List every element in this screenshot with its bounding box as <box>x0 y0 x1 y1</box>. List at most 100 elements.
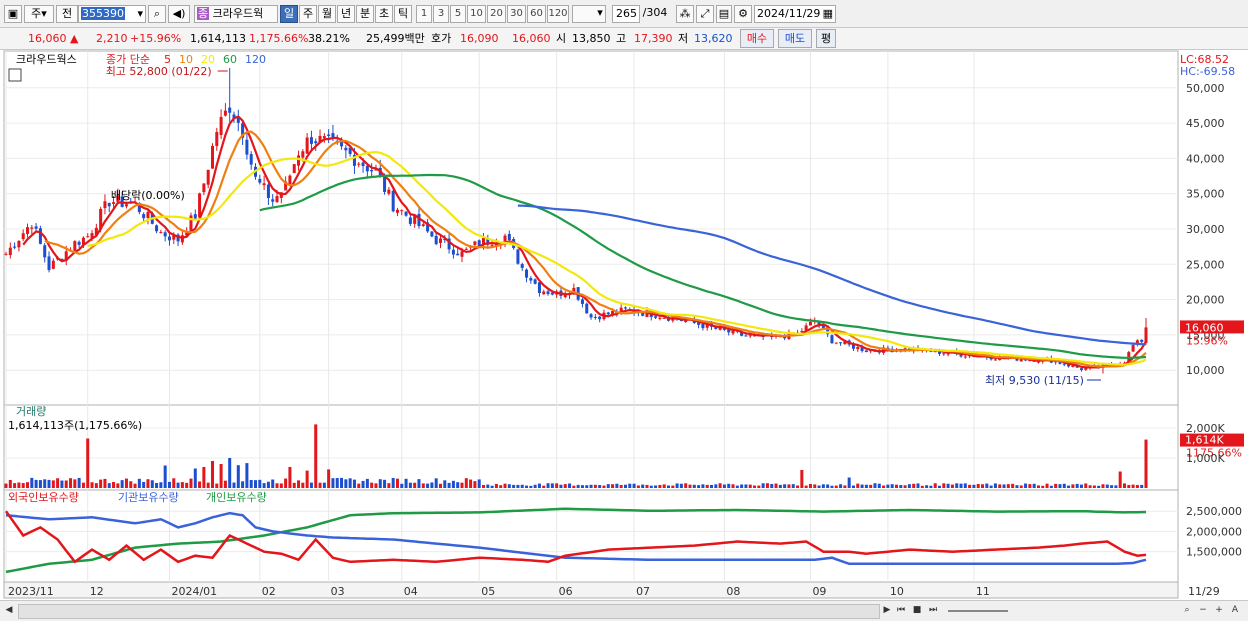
first-icon[interactable]: ⏮ <box>894 603 908 618</box>
volume-value: 1,614,113 <box>190 32 246 45</box>
volume-bar <box>1041 485 1045 488</box>
volume-bar <box>202 467 206 488</box>
zoom-slider[interactable] <box>948 610 1008 612</box>
period-tab[interactable]: 일 <box>280 5 298 23</box>
stock-name-box[interactable]: 종 크라우드웍 <box>194 5 278 23</box>
candle-body <box>408 217 412 224</box>
stop-icon[interactable]: ■ <box>910 603 924 618</box>
volume-bar <box>51 480 55 488</box>
candle-body <box>47 256 51 271</box>
candle-body <box>593 316 597 318</box>
search-icon[interactable]: ⌕ <box>148 5 166 23</box>
period-tab[interactable]: 주 <box>299 5 317 23</box>
volume-bar <box>783 484 787 488</box>
volume-bar <box>176 482 180 488</box>
candle-body <box>30 227 34 229</box>
volume-bar <box>705 484 709 488</box>
speaker-icon[interactable]: ◀) <box>168 5 190 23</box>
volume-bar <box>443 480 447 488</box>
chevron-down-icon[interactable]: ▾ <box>593 5 607 23</box>
volume-bar <box>718 483 722 488</box>
volume-bar <box>357 483 361 488</box>
volume-bar <box>292 482 296 488</box>
window-icon[interactable]: ▣ <box>4 5 22 23</box>
candle-body <box>606 312 610 315</box>
gear-icon[interactable]: ⚙ <box>734 5 752 23</box>
chevron-down-icon[interactable]: ▾ <box>137 6 143 22</box>
quote-bar: 16,060 ▲ 2,210 +15.96% 1,614,113 1,175.6… <box>0 28 1248 50</box>
interval-button[interactable]: 3 <box>433 5 449 23</box>
volume-bar <box>494 483 498 488</box>
volume-bar <box>860 484 864 488</box>
market-select[interactable]: 주▾ <box>24 5 54 23</box>
interval-button[interactable]: 30 <box>507 5 526 23</box>
volume-bar <box>546 483 550 488</box>
sell-button[interactable]: 매도 <box>778 29 812 48</box>
eval-button[interactable]: 평 <box>816 29 836 48</box>
scroll-left-icon[interactable]: ◀ <box>2 603 16 618</box>
volume-bar <box>636 485 640 488</box>
dividend-annotation: 배당락(0.00%) <box>111 189 185 202</box>
calendar-icon[interactable]: ▦ <box>823 6 833 22</box>
zoom-out-icon[interactable]: − <box>1196 603 1210 618</box>
volume-bar <box>1075 483 1079 488</box>
volume-bar <box>64 480 68 488</box>
volume-bar <box>1045 483 1049 488</box>
draw-icon[interactable]: ⤢ <box>696 5 714 23</box>
holdings-tick-label: 2,000,000 <box>1186 525 1242 538</box>
period-tab[interactable]: 틱 <box>394 5 412 23</box>
interval-button[interactable]: 60 <box>527 5 546 23</box>
volume-bar <box>722 484 726 488</box>
volume-bar <box>580 485 584 488</box>
panel-menu-icon[interactable] <box>8 68 22 82</box>
font-size-icon[interactable]: A <box>1228 603 1242 618</box>
volume-bar <box>469 479 473 488</box>
volume-bar <box>297 480 301 488</box>
zoom-search-icon[interactable]: ⌕ <box>1180 603 1194 618</box>
scroll-right-icon[interactable]: ▶ <box>880 603 894 618</box>
count-input[interactable]: 265 <box>612 5 640 23</box>
volume-bar <box>1024 483 1028 488</box>
volume-tick-label: 2,000K <box>1186 422 1225 435</box>
price-tick-label: 40,000 <box>1186 152 1225 165</box>
volume-bar <box>778 484 782 488</box>
volume-bar <box>563 484 567 488</box>
last-icon[interactable]: ⏭ <box>926 603 940 618</box>
candle-body <box>460 251 464 257</box>
interval-button[interactable]: 5 <box>450 5 466 23</box>
prev-button[interactable]: 전 <box>56 5 78 23</box>
interval-button[interactable]: 10 <box>467 5 486 23</box>
volume-bar <box>34 479 38 488</box>
interval-button[interactable]: 1 <box>416 5 432 23</box>
up-arrow-icon: ▲ <box>70 32 79 45</box>
grid-icon[interactable]: ⁂ <box>676 5 694 23</box>
period-tab[interactable]: 년 <box>337 5 355 23</box>
buy-button[interactable]: 매수 <box>740 29 774 48</box>
low-annotation: 최저 9,530 (11/15) <box>985 374 1084 387</box>
scroll-track[interactable] <box>18 604 880 619</box>
save-icon[interactable]: ▤ <box>716 5 732 23</box>
ask-label: 호가 <box>431 32 452 45</box>
date-input[interactable]: 2024/11/29 ▦ <box>754 5 836 23</box>
volume-bar <box>451 480 455 488</box>
legend-foreign: 외국인보유수량 <box>8 491 79 504</box>
volume-bar <box>873 483 877 488</box>
interval-button[interactable]: 120 <box>547 5 569 23</box>
period-tab[interactable]: 분 <box>356 5 374 23</box>
volume-bar <box>309 482 313 488</box>
ma-legend-entry: 120 <box>245 53 266 66</box>
high-label: 고 <box>616 32 627 45</box>
volume-bar <box>796 485 800 488</box>
zoom-in-icon[interactable]: + <box>1212 603 1226 618</box>
period-tab[interactable]: 초 <box>375 5 393 23</box>
code-input[interactable]: 355390 ▾ <box>78 5 146 23</box>
candle-body <box>993 359 997 361</box>
interval-button[interactable]: 20 <box>487 5 506 23</box>
stock-chart[interactable]: 1,614K1175.66% 50,00045,00040,00035,0003… <box>0 50 1248 600</box>
price-change-pct: +15.96% <box>130 32 182 45</box>
volume-bar <box>1088 485 1092 488</box>
low-label: 저 <box>678 32 689 45</box>
volume-bar <box>568 483 572 488</box>
period-tab[interactable]: 월 <box>318 5 336 23</box>
scroll-bar[interactable]: ◀ ▶ ⏮ ■ ⏭ ⌕ − + A <box>0 600 1248 621</box>
